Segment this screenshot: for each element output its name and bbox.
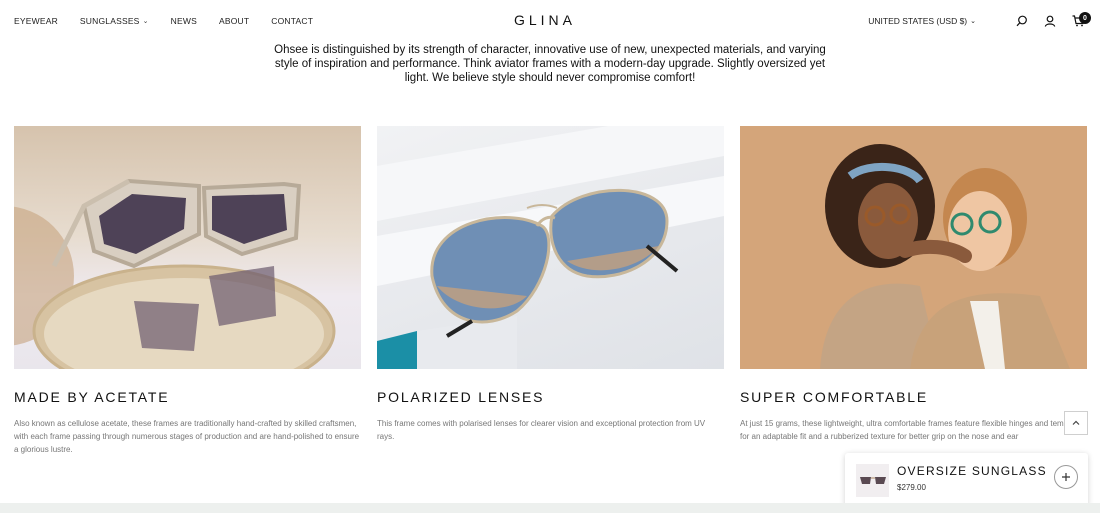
- add-to-cart-button[interactable]: [1054, 465, 1078, 489]
- couple-wearing-glasses-image: [740, 126, 1087, 369]
- feature-description: Also known as cellulose acetate, these f…: [14, 419, 360, 454]
- account-icon[interactable]: [1042, 13, 1058, 29]
- aviator-sunglasses-image: [377, 126, 724, 369]
- feature-title: POLARIZED LENSES: [377, 389, 545, 405]
- plus-icon: [1062, 473, 1070, 481]
- product-name: OVERSIZE SUNGLASS: [897, 464, 1047, 478]
- feature-acetate: MADE BY ACETATE Also known as cellulose …: [14, 126, 361, 456]
- header-utilities: UNITED STATES (USD $) ⌄ 0: [868, 12, 1091, 29]
- cart-count-badge: 0: [1079, 12, 1091, 24]
- feature-description: This frame comes with polarised lenses f…: [377, 419, 706, 441]
- product-price: $279.00: [897, 483, 926, 492]
- footer-strip: [0, 503, 1100, 513]
- back-to-top-button[interactable]: [1064, 411, 1088, 435]
- intro-text: Ohsee is distinguished by its strength o…: [274, 44, 826, 84]
- acetate-sunglasses-image: [14, 126, 361, 369]
- feature-title: MADE BY ACETATE: [14, 389, 170, 405]
- chevron-down-icon: ⌄: [970, 18, 976, 25]
- sticky-add-to-cart: OVERSIZE SUNGLASS $279.00: [845, 453, 1088, 509]
- search-icon[interactable]: [1014, 13, 1030, 29]
- feature-polarized: POLARIZED LENSES This frame comes with p…: [377, 126, 724, 443]
- product-thumbnail: [856, 464, 889, 497]
- feature-comfortable: SUPER COMFORTABLE At just 15 grams, thes…: [740, 126, 1087, 443]
- feature-title: SUPER COMFORTABLE: [740, 389, 928, 405]
- site-header: EYEWEAR SUNGLASSES ⌄ NEWS ABOUT CONTACT G…: [0, 0, 1100, 42]
- feature-description: At just 15 grams, these lightweight, ult…: [740, 419, 1079, 441]
- chevron-up-icon: [1072, 420, 1080, 425]
- cart-icon[interactable]: 0: [1070, 12, 1091, 29]
- currency-selector[interactable]: UNITED STATES (USD $) ⌄: [868, 16, 976, 26]
